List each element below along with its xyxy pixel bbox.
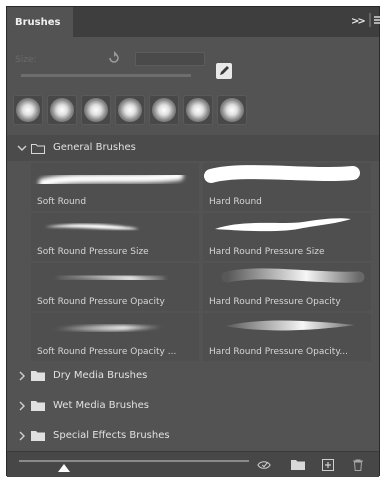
brush-tile[interactable]: Soft Round Pressure Size [31,213,199,261]
group-label: General Brushes [53,142,136,153]
recent-brush[interactable] [183,95,213,125]
panel-footer [7,451,379,477]
thumbnail-size-slider[interactable] [19,460,249,462]
tab-brushes[interactable]: Brushes [7,7,73,37]
trash-icon[interactable] [351,459,365,471]
panel-menu-icon[interactable] [369,13,381,27]
size-label: Size: [15,55,37,65]
new-brush-icon[interactable] [321,459,335,471]
group-special-effects-brushes[interactable]: Special Effects Brushes [7,421,379,449]
size-slider[interactable] [21,74,191,77]
soft-round-brush-preview [50,98,74,122]
soft-round-brush-preview [84,98,108,122]
recent-brush[interactable] [115,95,145,125]
soft-round-brush-preview [118,98,142,122]
brush-name: Soft Round Pressure Opacity ... [37,347,177,357]
folder-icon [31,431,45,441]
panel-tab-bar: Brushes >> [7,7,381,37]
brush-tile[interactable]: Soft Round Pressure Opacity ... [31,313,199,361]
reset-icon[interactable] [107,51,121,65]
toggle-preview-icon[interactable] [257,459,271,471]
recent-brush[interactable] [149,95,179,125]
new-group-folder-icon[interactable] [291,459,305,471]
folder-outline-icon [31,144,45,154]
brush-tile[interactable]: Hard Round [203,163,371,211]
brush-name: Hard Round Pressure Size [209,247,325,257]
group-wet-media-brushes[interactable]: Wet Media Brushes [7,391,379,419]
brush-tile[interactable]: Hard Round Pressure Opacity... [203,313,371,361]
recent-brushes [7,91,249,129]
brush-name: Hard Round Pressure Opacity... [209,347,348,357]
brush-settings-icon[interactable] [216,63,232,79]
recent-brush[interactable] [217,95,247,125]
chevron-right-icon [19,431,25,441]
brush-name: Soft Round [37,197,87,207]
brush-name: Soft Round Pressure Size [37,247,149,257]
size-input[interactable] [135,52,205,66]
soft-round-brush-preview [152,98,176,122]
group-dry-media-brushes[interactable]: Dry Media Brushes [7,361,379,389]
brush-name: Hard Round Pressure Opacity [209,297,341,307]
double-chevron-right-icon[interactable]: >> [351,16,366,27]
recent-brush[interactable] [47,95,77,125]
brush-tile[interactable]: Hard Round Pressure Size [203,213,371,261]
recent-brush[interactable] [81,95,111,125]
group-general-brushes[interactable]: General Brushes [7,135,379,161]
soft-round-brush-preview [186,98,210,122]
chevron-right-icon [19,371,25,381]
brushes-panel: Brushes >> Size: General Brushes Soft Ro… [6,6,381,477]
brush-tile[interactable]: Soft Round Pressure Opacity [31,263,199,311]
brush-name: Hard Round [209,197,262,207]
chevron-down-icon [17,145,27,151]
group-label: Wet Media Brushes [53,400,149,411]
brush-name: Soft Round Pressure Opacity [37,297,165,307]
brush-tile[interactable]: Hard Round Pressure Opacity [203,263,371,311]
group-label: Dry Media Brushes [53,370,148,381]
soft-round-brush-preview [220,98,244,122]
soft-round-brush-preview [16,98,40,122]
recent-brush[interactable] [13,95,43,125]
chevron-right-icon [19,401,25,411]
group-label: Special Effects Brushes [53,430,170,441]
brush-grid: Soft Round Hard Round Soft Round Pressur… [31,163,371,361]
folder-icon [31,401,45,411]
brush-tile[interactable]: Soft Round [31,163,199,211]
slider-thumb[interactable] [58,464,70,472]
folder-icon [31,371,45,381]
